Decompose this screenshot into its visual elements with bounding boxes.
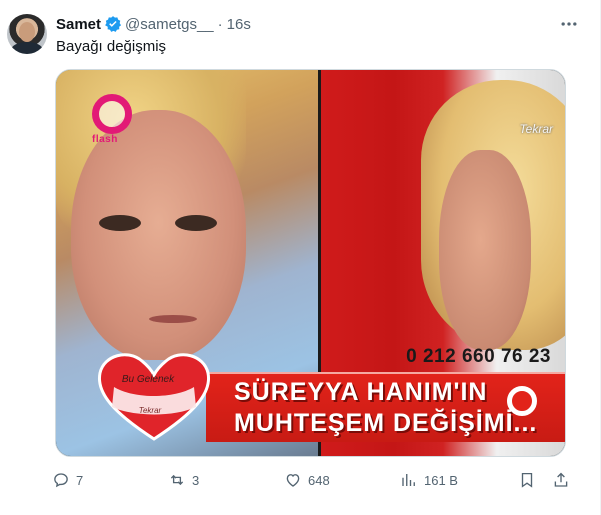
avatar-shirt xyxy=(11,42,43,54)
banner-line-1: SÜREYYA HANIM'IN xyxy=(234,378,488,406)
retweet-count: 3 xyxy=(192,472,200,488)
tweet-text: Bayağı değişmiş xyxy=(56,38,167,55)
banner-line-2: MUHTEŞEM DEĞİŞİMİ... xyxy=(234,409,538,437)
bookmark-button[interactable] xyxy=(518,470,536,490)
more-options-icon xyxy=(561,22,577,26)
retweet-button[interactable]: 3 xyxy=(168,470,199,490)
like-button[interactable]: 648 xyxy=(284,470,330,490)
views-count: 161 B xyxy=(424,472,458,488)
reply-button[interactable]: 7 xyxy=(52,470,83,490)
share-button[interactable] xyxy=(552,470,570,490)
action-bar: 7 3 648 161 B xyxy=(52,470,572,490)
heart-sublabel: Tekrar xyxy=(138,406,162,415)
eye-shape xyxy=(175,215,217,231)
face-shape xyxy=(439,150,531,350)
mouth-shape xyxy=(149,315,197,323)
reply-icon xyxy=(54,473,68,488)
heart-icon xyxy=(97,353,211,441)
avatar-face xyxy=(19,22,35,42)
face-shape xyxy=(71,110,246,360)
reply-count: 7 xyxy=(76,472,84,488)
channel-logo-icon xyxy=(92,94,132,134)
banner-logo-icon xyxy=(507,386,537,416)
channel-logo-text: flash xyxy=(92,134,118,145)
tweet[interactable]: Samet @sametgs__ · 16s Bayağı değişmiş f… xyxy=(0,0,601,515)
author-name[interactable]: Samet xyxy=(56,16,101,33)
tweet-image[interactable]: flash Tekrar 0 212 660 76 23 SÜREYYA HAN… xyxy=(55,69,566,457)
views-button[interactable]: 161 B xyxy=(400,470,458,490)
share-icon xyxy=(554,472,568,487)
phone-number: 0 212 660 76 23 xyxy=(406,346,551,367)
tweet-header: Samet @sametgs__ · 16s xyxy=(56,14,251,34)
bookmark-icon xyxy=(521,472,533,488)
heart-like-icon xyxy=(286,474,300,487)
views-icon xyxy=(402,474,415,486)
verified-badge-icon xyxy=(105,16,122,32)
avatar[interactable] xyxy=(7,14,47,54)
timestamp[interactable]: 16s xyxy=(227,16,251,33)
rerun-label: Tekrar xyxy=(519,122,553,136)
separator-dot: · xyxy=(217,15,223,33)
heart-label: Bu Gelenek xyxy=(121,374,175,385)
like-count: 648 xyxy=(308,472,330,488)
caption-banner: SÜREYYA HANIM'IN MUHTEŞEM DEĞİŞİMİ... xyxy=(206,372,565,442)
author-handle[interactable]: @sametgs__ xyxy=(125,16,214,33)
ellipsis-icon[interactable] xyxy=(558,14,580,34)
retweet-icon xyxy=(170,474,184,486)
eye-shape xyxy=(99,215,141,231)
